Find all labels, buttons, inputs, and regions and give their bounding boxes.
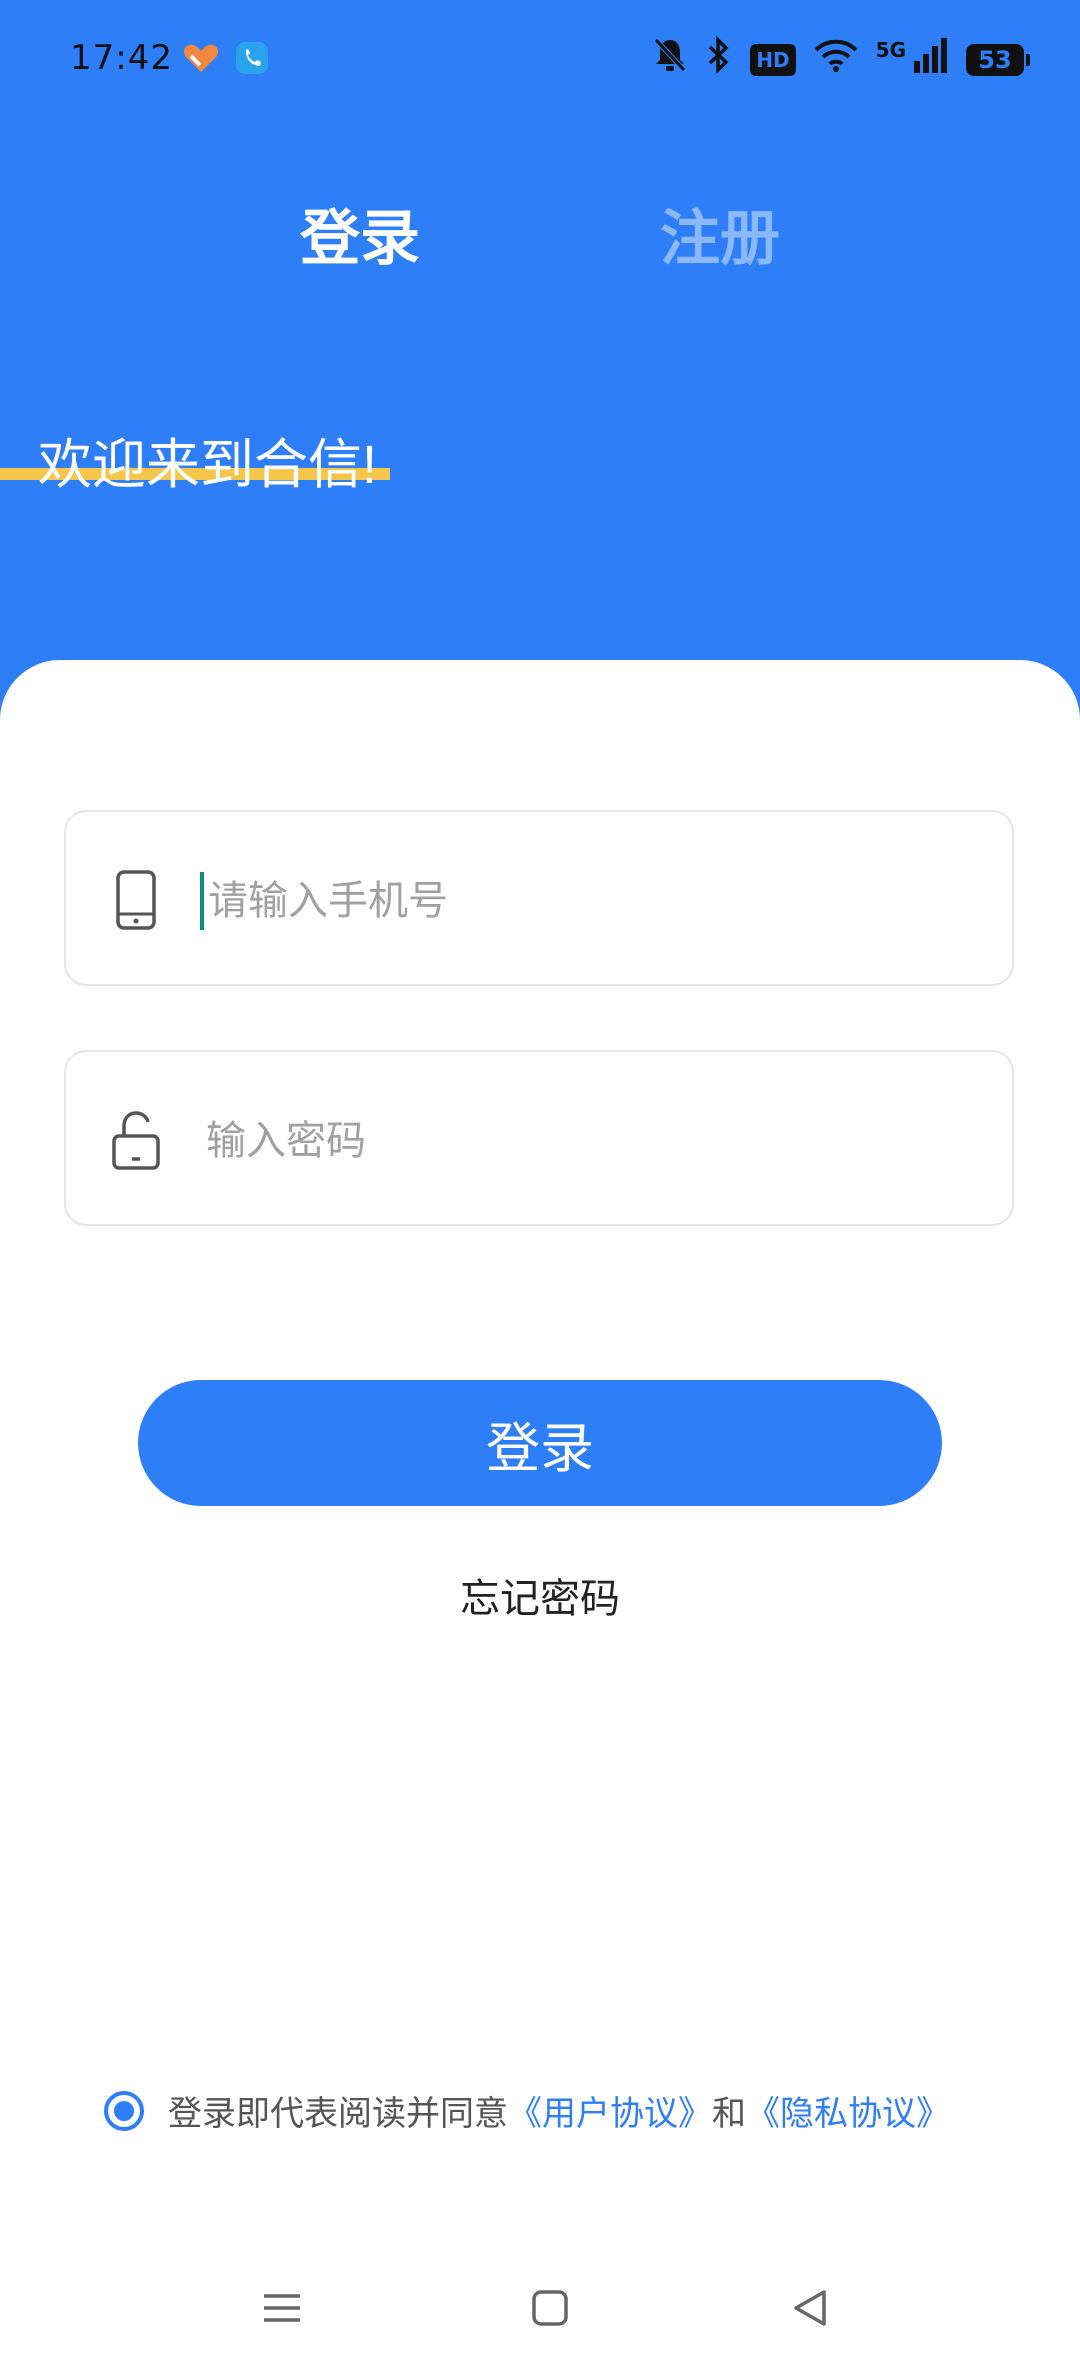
login-button[interactable]: 登录 [138,1380,942,1506]
status-bar: 17:42 HD 5G 53 [0,0,1080,118]
bluetooth-icon [706,35,732,83]
mute-bell-icon [652,36,688,83]
phone-input[interactable] [206,852,970,950]
home-icon[interactable] [530,2288,570,2332]
agreement-row: 登录即代表阅读并同意 《用户协议》 和 《隐私协议》 [104,2086,950,2135]
system-nav-bar [0,2270,1080,2350]
signal-icon [914,37,948,82]
user-agreement-link[interactable]: 《用户协议》 [508,2086,712,2135]
menu-icon[interactable] [262,2288,302,2332]
forgot-password-label[interactable]: 忘记密码 [460,1577,620,1621]
welcome-text: 欢迎来到合信! [38,435,378,495]
agreement-and: 和 [712,2095,746,2133]
call-icon [234,40,270,85]
unlock-icon [106,1108,166,1172]
hd-icon: HD [750,43,796,76]
network-type: 5G [875,37,906,62]
radio-checked-dot [114,2100,134,2121]
app-heart-icon [182,40,220,85]
back-icon[interactable] [790,2288,830,2332]
password-input-box[interactable] [64,1050,1014,1226]
privacy-agreement-link[interactable]: 《隐私协议》 [746,2086,950,2135]
tab-register[interactable]: 注册 [660,190,780,277]
battery-icon: 53 [966,43,1030,76]
agreement-prefix: 登录即代表阅读并同意 [168,2095,508,2133]
battery-level: 53 [978,45,1012,74]
wifi-icon [814,38,858,81]
agreement-radio[interactable] [104,2090,144,2131]
tab-login[interactable]: 登录 [300,190,420,277]
text-caret [200,872,204,930]
status-time: 17:42 [70,38,173,78]
forgot-password-link[interactable]: 忘记密码 [0,1566,1080,1624]
phone-icon [106,868,166,932]
phone-input-box[interactable] [64,810,1014,986]
password-input[interactable] [204,1092,968,1190]
